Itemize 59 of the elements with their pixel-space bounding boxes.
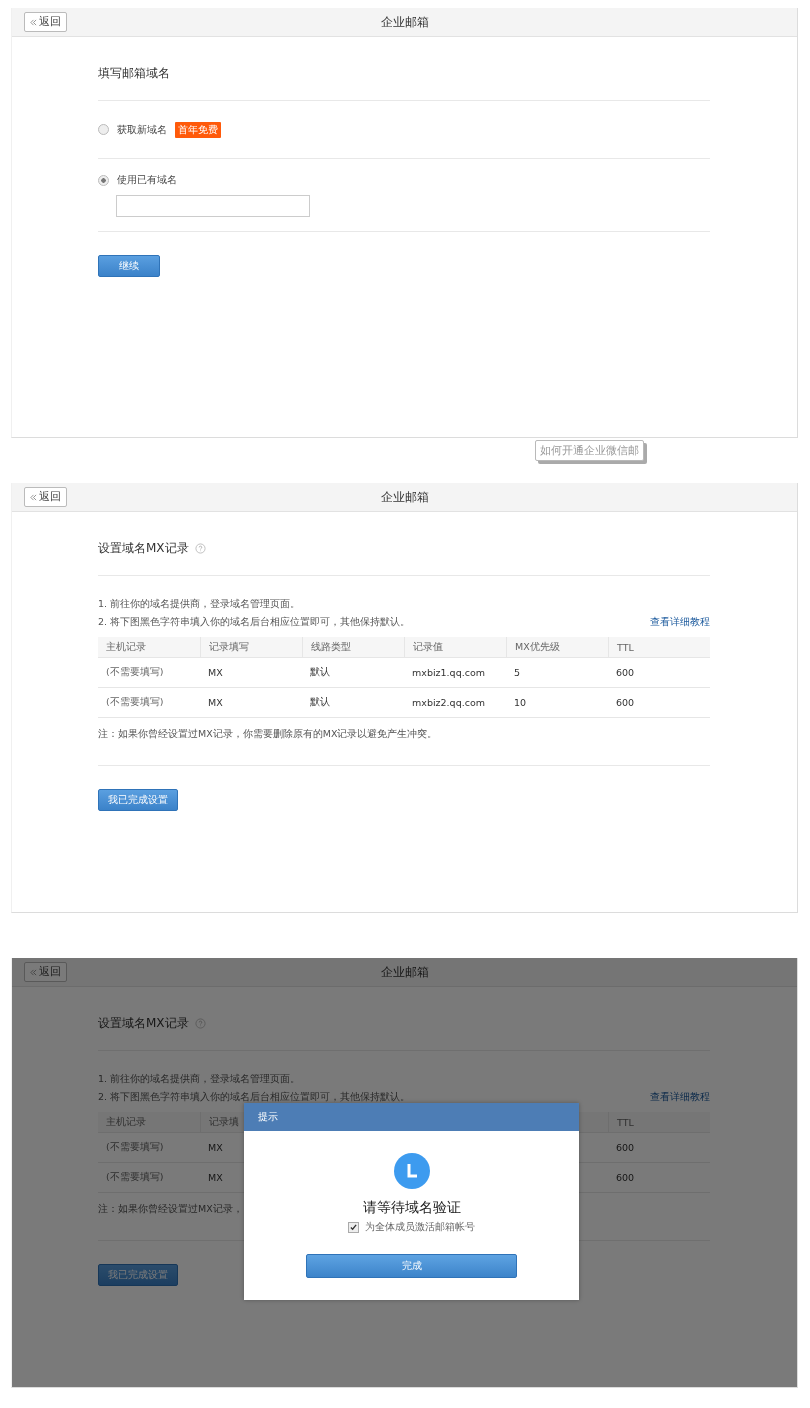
column-header: 记录值 [404,637,506,658]
table-cell: MX [200,658,302,688]
column-header: TTL [608,1112,710,1133]
instruction-text: 1. 前往你的域名提供商，登录域名管理页面。 [98,598,302,611]
help-icon [194,1018,206,1029]
double-chevron-left-icon [30,968,37,976]
note-text: 注：如果你曾经设置过MX记录，你需要删除原有的MX记录以避免产生冲突。 [98,718,710,766]
table-cell: 600 [608,1163,710,1193]
double-chevron-left-icon [30,18,37,26]
column-header: 主机记录 [98,1112,200,1133]
dialog-title: 提示 [244,1103,579,1131]
instruction-text: 1. 前往你的域名提供商，登录域名管理页面。 [98,1073,302,1086]
column-header: 主机记录 [98,637,200,658]
tooltip: 如何开通企业微信邮 [535,440,644,461]
page-title: 企业邮箱 [380,488,429,506]
page-title: 企业邮箱 [380,963,429,981]
tutorial-link[interactable]: 查看详细教程 [650,1090,710,1104]
dialog-message: 请等待域名验证 [362,1199,461,1217]
back-button[interactable]: 返回 [24,962,67,982]
option-label: 获取新域名 [117,122,167,137]
radio-button[interactable] [98,174,109,186]
help-icon [194,543,206,554]
done-setup-button[interactable]: 我已完成设置 [98,1264,178,1286]
table-cell: 默认 [302,658,404,688]
table-cell: 默认 [302,688,404,718]
table-cell: 10 [506,688,608,718]
checkbox[interactable] [348,1222,359,1233]
table-cell: 600 [608,658,710,688]
tutorial-link[interactable]: 查看详细教程 [650,615,710,629]
radio-button[interactable] [98,124,109,135]
column-header: TTL [608,637,710,658]
clock-icon [393,1153,430,1189]
double-chevron-left-icon [30,493,37,501]
option-label: 使用已有域名 [117,173,177,187]
back-button[interactable]: 返回 [24,487,67,507]
section-heading: 设置域名MX记录 [98,1015,189,1032]
table-cell: 5 [506,658,608,688]
page-title: 企业邮箱 [380,13,429,31]
table-cell: 600 [608,1133,710,1163]
column-header: 记录填写 [200,637,302,658]
done-setup-button[interactable]: 我已完成设置 [98,789,178,811]
table-cell: MX [200,688,302,718]
section-heading: 设置域名MX记录 [98,540,189,557]
domain-input-field[interactable] [116,195,310,217]
continue-button[interactable]: 继续 [98,255,160,277]
section-heading: 填写邮箱域名 [98,65,170,82]
table-cell: mxbiz2.qq.com [404,688,506,718]
promo-tag: 首年免费 [175,121,221,138]
table-cell: 600 [608,688,710,718]
table-cell: mxbiz1.qq.com [404,658,506,688]
finish-button[interactable]: 完成 [306,1254,517,1278]
instruction-text: 2. 将下图黑色字符串填入你的域名后台相应位置即可，其他保持默认。 [98,1091,411,1104]
back-button[interactable]: 返回 [24,12,67,32]
column-header: MX优先级 [506,637,608,658]
table-cell: (不需要填写) [98,658,200,688]
column-header: 线路类型 [302,637,404,658]
table-cell: (不需要填写) [98,688,200,718]
checkbox-label: 为全体成员激活邮箱帐号 [365,1221,475,1234]
instruction-text: 2. 将下图黑色字符串填入你的域名后台相应位置即可，其他保持默认。 [98,616,411,629]
